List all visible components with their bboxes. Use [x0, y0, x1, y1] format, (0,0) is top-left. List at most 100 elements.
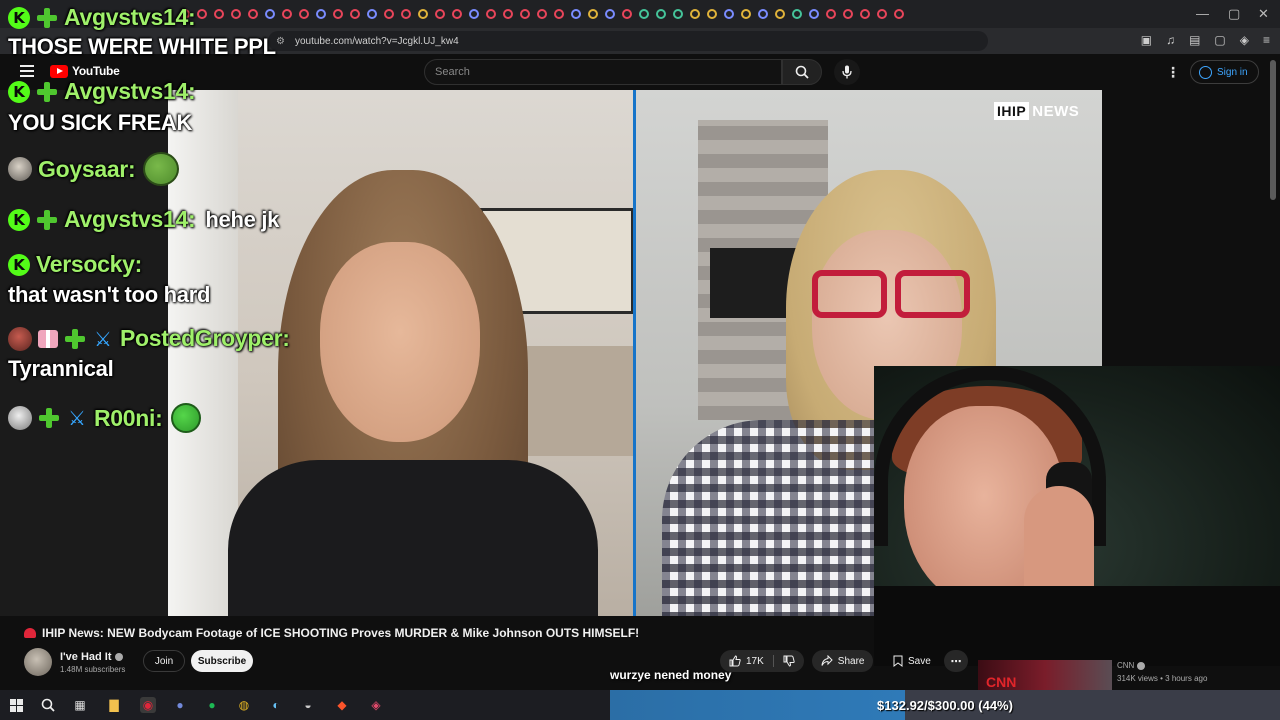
- app-icon[interactable]: ◒: [300, 697, 316, 713]
- search-placeholder: Search: [435, 66, 470, 78]
- like-count: 17K: [746, 655, 764, 667]
- share-button[interactable]: Share: [811, 650, 874, 672]
- app-icon[interactable]: ◈: [368, 697, 384, 713]
- maximize-button[interactable]: ▢: [1228, 6, 1240, 22]
- tab-favicon[interactable]: [775, 9, 785, 19]
- tab-favicon[interactable]: [588, 9, 598, 19]
- spotify-icon[interactable]: ●: [204, 697, 220, 713]
- sidebar-icon[interactable]: ▤: [1189, 33, 1200, 47]
- tab-favicon[interactable]: [503, 9, 513, 19]
- chat-message-text: THOSE WERE WHITE PPL: [8, 34, 276, 59]
- tab-favicon[interactable]: [758, 9, 768, 19]
- extensions-icon[interactable]: ▣: [1141, 33, 1152, 47]
- file-explorer-icon[interactable]: ▇: [106, 697, 122, 713]
- sword-badge-icon: ⚔: [68, 406, 86, 430]
- recommended-channel: CNN: [1117, 661, 1135, 670]
- tab-favicon[interactable]: [860, 9, 870, 19]
- chat-username: Avgvstvs14:: [64, 78, 196, 104]
- tab-favicon[interactable]: [656, 9, 666, 19]
- wallet-icon[interactable]: ▢: [1214, 33, 1225, 47]
- tab-favicon[interactable]: [452, 9, 462, 19]
- user-avatar: [8, 326, 32, 351]
- tab-favicon[interactable]: [639, 9, 649, 19]
- vpn-icon[interactable]: ◈: [1240, 33, 1249, 47]
- search-input[interactable]: Search: [424, 59, 782, 85]
- sign-in-button[interactable]: Sign in: [1190, 60, 1259, 84]
- news-logo-text: NEWS: [1032, 102, 1080, 120]
- chrome-icon[interactable]: ◍: [236, 697, 252, 713]
- tab-favicon[interactable]: [724, 9, 734, 19]
- chat-username: Avgvstvs14:: [64, 4, 196, 30]
- pepe-emote-icon: [170, 403, 201, 433]
- chat-message: ⚔ PostedGroyper:: [8, 325, 290, 352]
- join-button[interactable]: Join: [143, 650, 185, 672]
- channel-name-row[interactable]: I've Had It: [60, 651, 125, 663]
- tab-favicon[interactable]: [520, 9, 530, 19]
- chat-message-text: Tyrannical: [8, 356, 114, 381]
- tab-favicon[interactable]: [554, 9, 564, 19]
- chat-message-text: YOU SICK FREAK: [8, 110, 193, 135]
- tab-favicon[interactable]: [707, 9, 717, 19]
- recommended-thumbnail[interactable]: CNN: [978, 660, 1112, 690]
- recommended-video[interactable]: CNN CNN 314K views • 3 hours ago: [978, 660, 1280, 690]
- tab-favicon[interactable]: [469, 9, 479, 19]
- tab-favicon[interactable]: [792, 9, 802, 19]
- save-button[interactable]: Save: [884, 650, 940, 672]
- chat-message-text: that wasn't too hard: [8, 282, 211, 307]
- voice-search-button[interactable]: [834, 59, 860, 85]
- tab-favicon[interactable]: [622, 9, 632, 19]
- tab-favicon[interactable]: [877, 9, 887, 19]
- sword-badge-icon: ⚔: [94, 326, 112, 351]
- chat-message: K Avgvstvs14: hehe jk: [8, 206, 279, 233]
- chat-username: Avgvstvs14:: [64, 206, 196, 232]
- subscriber-count: 1.48M subscribers: [60, 664, 126, 674]
- chat-message: K Avgvstvs14:: [8, 78, 196, 105]
- tab-favicon[interactable]: [486, 9, 496, 19]
- search-icon: [795, 65, 809, 79]
- tab-favicon[interactable]: [809, 9, 819, 19]
- thumbs-down-icon[interactable]: [783, 655, 795, 667]
- close-window-button[interactable]: ✕: [1258, 6, 1269, 22]
- share-label: Share: [837, 655, 865, 667]
- chat-username: Goysaar:: [38, 155, 136, 182]
- like-dislike-separator: [772, 655, 774, 667]
- tab-favicon[interactable]: [741, 9, 751, 19]
- obs-icon[interactable]: ◉: [140, 697, 156, 713]
- task-view-icon[interactable]: ▦: [72, 697, 88, 713]
- tab-favicon[interactable]: [605, 9, 615, 19]
- chat-message-text-row: YOU SICK FREAK: [8, 110, 192, 136]
- search-button[interactable]: [782, 59, 822, 85]
- channel-avatar[interactable]: [24, 648, 52, 676]
- share-icon: [821, 655, 833, 666]
- subscribe-button[interactable]: Subscribe: [191, 650, 253, 672]
- tab-favicon[interactable]: [537, 9, 547, 19]
- subscriber-badge-icon: [36, 209, 58, 231]
- media-icon[interactable]: ♫: [1166, 33, 1175, 47]
- chat-username: R00ni:: [94, 404, 163, 431]
- tab-favicon[interactable]: [843, 9, 853, 19]
- tab-favicon[interactable]: [673, 9, 683, 19]
- page-scrollbar[interactable]: [1270, 60, 1276, 200]
- account-icon: [1199, 65, 1212, 79]
- brave-icon[interactable]: ◆: [334, 697, 350, 713]
- verified-icon: [1137, 661, 1146, 670]
- windows-start-icon[interactable]: [8, 697, 24, 713]
- tab-favicon[interactable]: [690, 9, 700, 19]
- more-actions-icon[interactable]: ⋯: [944, 650, 968, 672]
- menu-icon[interactable]: ≡: [1263, 33, 1270, 47]
- search-icon[interactable]: [40, 697, 56, 713]
- like-button[interactable]: 17K: [720, 650, 804, 672]
- stream-chat-overlay: K Avgvstvs14: THOSE WERE WHITE PPL K Avg…: [0, 0, 420, 450]
- discord-icon[interactable]: ●: [172, 697, 188, 713]
- tab-favicon[interactable]: [826, 9, 836, 19]
- thumbs-up-icon: [729, 655, 741, 667]
- minimize-button[interactable]: —: [1196, 6, 1209, 21]
- tab-favicon[interactable]: [571, 9, 581, 19]
- tab-favicon[interactable]: [435, 9, 445, 19]
- kick-badge-icon: K: [8, 253, 30, 276]
- steam-icon[interactable]: ◐: [268, 697, 284, 713]
- chat-message-text-row: THOSE WERE WHITE PPL: [8, 34, 276, 60]
- user-avatar: [8, 406, 32, 430]
- tab-favicon[interactable]: [894, 9, 904, 19]
- more-options-icon[interactable]: ⋮: [1166, 64, 1180, 81]
